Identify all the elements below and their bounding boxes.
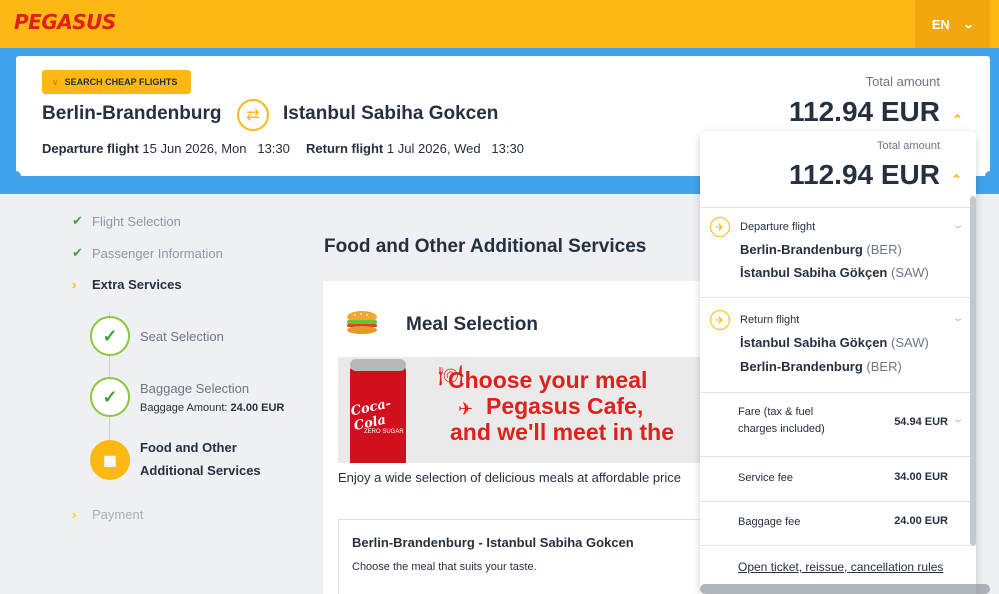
page-title: Food and Other Additional Services — [324, 236, 647, 257]
destination-city: Istanbul Sabiha Gokcen — [283, 103, 499, 124]
divider — [700, 207, 970, 208]
step-label: Payment — [92, 507, 144, 522]
chevron-right-icon: › — [72, 507, 77, 522]
banner-line: Choose your meal — [448, 367, 648, 393]
chevron-right-icon: › — [72, 277, 77, 292]
baggage-fee-label: Baggage fee — [738, 516, 801, 528]
substep-food-services[interactable]: Food and Other Additional Services — [140, 436, 261, 482]
step-label: Extra Services — [92, 277, 182, 292]
price-breakdown-panel: Total amount 112.94 EUR ⌃ ✈ Departure fl… — [700, 131, 976, 594]
check-icon: ✓ — [90, 377, 130, 417]
city-name: Berlin-Brandenburg — [740, 242, 863, 257]
dropdown-total-amount[interactable]: 112.94 EUR — [789, 159, 940, 191]
check-icon: ✓ — [90, 316, 130, 356]
services-icon: ▦ — [90, 440, 130, 480]
city-code: (SAW) — [891, 265, 929, 280]
fare-label: Fare (tax & fuel charges included) — [738, 404, 825, 438]
route-meal-box — [338, 519, 718, 594]
total-amount[interactable]: 112.94 EUR — [789, 96, 940, 128]
decor-dot — [11, 171, 21, 181]
banner-line: and we'll meet in the — [450, 419, 675, 445]
route-meal-title: Berlin-Brandenburg - Istanbul Sabiha Gok… — [352, 535, 634, 550]
return-flight-label: Return flight — [740, 314, 800, 326]
divider — [700, 501, 970, 502]
step-extra-services[interactable]: › Extra Services — [72, 277, 182, 292]
swap-icon: ⇄ — [237, 99, 269, 131]
city-name: İstanbul Sabiha Gökçen — [740, 335, 888, 350]
divider — [700, 297, 970, 298]
step-label: Passenger Information — [92, 245, 223, 261]
fare-value: 54.94 EUR — [894, 416, 948, 428]
pegasus-logo[interactable]: PEGASUS — [14, 10, 116, 34]
meal-selection-title: Meal Selection — [406, 314, 538, 335]
banner-text: Choose your meal Pegasus Cafe, and we'll… — [448, 367, 674, 445]
return-to: Berlin-Brandenburg (BER) — [740, 359, 902, 374]
return-from: İstanbul Sabiha Gökçen (SAW) — [740, 335, 929, 350]
chevron-down-icon: ∨ — [52, 76, 59, 87]
divider — [700, 456, 970, 457]
fare-label-line: charges included) — [738, 423, 825, 435]
service-fee-label: Service fee — [738, 472, 794, 484]
total-amount-label: Total amount — [865, 74, 940, 89]
meal-description: Enjoy a wide selection of delicious meal… — [338, 470, 682, 485]
departure-from: Berlin-Brandenburg (BER) — [740, 242, 902, 257]
origin-city: Berlin-Brandenburg — [42, 103, 222, 124]
departure-info: Departure flight 15 Jun 2026, Mon 13:30 — [42, 141, 290, 156]
return-label: Return flight — [306, 141, 384, 156]
step-payment: › Payment — [72, 507, 143, 522]
plane-icon: ✈ — [710, 217, 730, 237]
chevron-down-icon: ⌄ — [962, 18, 975, 31]
horizontal-scrollbar[interactable] — [700, 584, 990, 594]
city-code: (BER) — [866, 359, 902, 374]
substep-food-line2: Additional Services — [140, 463, 261, 478]
baggage-fee-value: 24.00 EUR — [894, 515, 948, 527]
check-icon: ✔ — [72, 213, 83, 228]
divider — [700, 545, 970, 546]
banner-line: Pegasus Cafe, — [486, 393, 644, 419]
search-cheap-flights-label: SEARCH CHEAP FLIGHTS — [64, 77, 178, 87]
fare-label-line: Fare (tax & fuel — [738, 406, 814, 418]
caret-up-icon[interactable]: ⌃ — [952, 112, 963, 128]
check-icon: ✔ — [72, 245, 83, 260]
route-meal-subtitle: Choose the meal that suits your taste. — [352, 561, 537, 573]
sandwich-icon — [347, 311, 377, 334]
baggage-amount-value: 24.00 EUR — [230, 402, 285, 414]
departure-value: 15 Jun 2026, Mon 13:30 — [142, 141, 290, 156]
plane-icon: ✈ — [710, 310, 730, 330]
can-top — [350, 359, 406, 371]
city-code: (SAW) — [891, 335, 929, 350]
meal-banner: Coca-Cola ZERO SUGAR 🍽 ✈ Choose your mea… — [338, 357, 700, 463]
top-bar: PEGASUS EN ⌄ — [0, 0, 999, 48]
can-subtext: ZERO SUGAR — [364, 429, 404, 435]
search-cheap-flights-button[interactable]: ∨ SEARCH CHEAP FLIGHTS — [42, 70, 191, 94]
language-selector[interactable]: EN ⌄ — [915, 0, 990, 48]
substep-baggage-selection[interactable]: Baggage Selection — [140, 381, 249, 396]
return-value: 1 Jul 2026, Wed 13:30 — [386, 141, 524, 156]
step-label: Flight Selection — [92, 213, 181, 229]
departure-to: İstanbul Sabiha Gökçen (SAW) — [740, 265, 929, 280]
city-code: (BER) — [866, 242, 902, 257]
decor-dot — [985, 171, 995, 181]
baggage-amount: Baggage Amount: 24.00 EUR — [140, 402, 284, 414]
step-passenger-information[interactable]: ✔ Passenger Information — [72, 245, 223, 261]
city-name: İstanbul Sabiha Gökçen — [740, 265, 888, 280]
step-flight-selection[interactable]: ✔ Flight Selection — [72, 213, 181, 229]
cancellation-rules-link[interactable]: Open ticket, reissue, cancellation rules — [738, 560, 943, 574]
divider — [700, 392, 970, 393]
service-fee-value: 34.00 EUR — [894, 471, 948, 483]
baggage-amount-label: Baggage Amount: — [140, 402, 228, 414]
substep-food-line1: Food and Other — [140, 440, 237, 455]
return-info: Return flight 1 Jul 2026, Wed 13:30 — [306, 141, 524, 156]
city-name: Berlin-Brandenburg — [740, 359, 863, 374]
chevron-down-icon[interactable]: ⌄ — [952, 220, 965, 231]
departure-label: Departure flight — [42, 141, 139, 156]
departure-flight-label: Departure flight — [740, 221, 816, 233]
dropdown-total-label: Total amount — [877, 140, 940, 152]
substep-seat-selection[interactable]: Seat Selection — [140, 329, 224, 344]
dropdown-scrollbar[interactable] — [970, 196, 976, 546]
caret-up-icon[interactable]: ⌃ — [951, 172, 962, 188]
language-label: EN — [931, 16, 950, 32]
chevron-down-icon[interactable]: ⌄ — [952, 414, 965, 425]
chevron-down-icon[interactable]: ⌄ — [952, 313, 965, 324]
